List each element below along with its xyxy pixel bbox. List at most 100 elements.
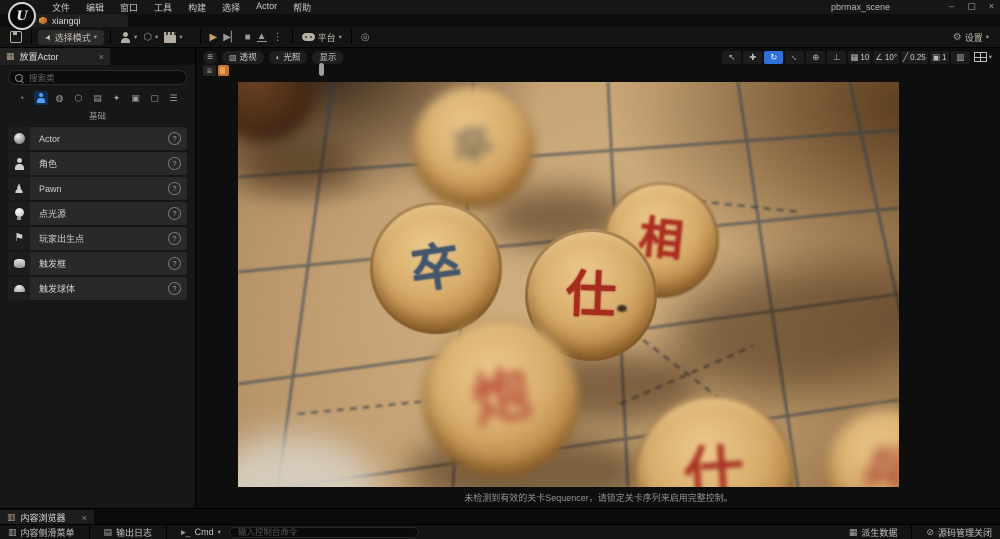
category-all-classes[interactable]: ☰ [167, 91, 181, 105]
class-search-box[interactable] [8, 70, 187, 85]
layout-grid-icon [973, 52, 987, 62]
placeable-items-list: Actor ? 角色 ? ♟ Pawn ? 点光源 ? ⚑ 玩家出生点 ? 触发… [0, 127, 195, 300]
output-log-button[interactable]: ▤ 输出日志 [96, 526, 161, 539]
select-tool-icon[interactable]: ↖ [722, 50, 742, 64]
category-shapes[interactable]: ⬡ [72, 91, 86, 105]
category-visual-effects[interactable]: ✦ [110, 91, 124, 105]
list-item-point-light[interactable]: 点光源 ? [8, 202, 187, 225]
maximize-viewport-icon[interactable]: ▥ [950, 50, 970, 64]
viewport-layout-dropdown[interactable]: ▾ [972, 51, 994, 64]
add-actor-dropdown[interactable]: ▾ [117, 31, 140, 43]
search-icon [15, 73, 23, 82]
scene-render-xiangqi-board[interactable]: 卒 相 卒 仕 炮 仕 兵 [238, 82, 899, 487]
asset-tab-label: xiangqi [52, 15, 81, 26]
world-space-icon[interactable]: ⊕ [806, 50, 826, 64]
tab-content-browser[interactable]: ▥ 内容浏览器 × [0, 510, 94, 525]
cmd-dropdown[interactable]: ▸_ Cmd ▾ [173, 527, 229, 538]
perspective-dropdown[interactable]: ▧ 透视 [222, 50, 264, 64]
recompile-button[interactable]: ◎ [358, 32, 373, 43]
close-button[interactable]: × [989, 1, 994, 12]
move-tool-icon[interactable]: ✚ [743, 50, 763, 64]
select-mode-dropdown[interactable]: ➤ 选择模式 ▾ [38, 29, 104, 45]
menu-select[interactable]: 选择 [214, 1, 248, 14]
scale-snap-toggle[interactable]: ╱ 0.25 [901, 50, 928, 64]
derived-data-button[interactable]: ▦ 派生数据 [841, 526, 906, 539]
lit-mode-dropdown[interactable]: ◐ 光照 [268, 50, 308, 64]
menu-tools[interactable]: 工具 [146, 1, 180, 14]
camera-preview-icon[interactable] [218, 65, 229, 76]
chess-piece-top-blurred: 卒 [411, 85, 535, 209]
tab-place-actors[interactable]: ▦ 放置Actor × [0, 48, 110, 65]
grid-snap-toggle[interactable]: ▦ 10 [848, 50, 872, 64]
gamepad-icon [301, 33, 315, 41]
console-command-input[interactable] [235, 526, 412, 538]
menu-window[interactable]: 窗口 [112, 1, 146, 14]
menu-edit[interactable]: 编辑 [78, 1, 112, 14]
menu-build[interactable]: 构建 [180, 1, 214, 14]
tab-xiangqi[interactable]: xiangqi [30, 14, 128, 27]
category-volumes[interactable]: ▢ [148, 91, 162, 105]
asset-tabrow: xiangqi [0, 14, 1000, 27]
help-icon[interactable]: ? [168, 182, 181, 195]
help-icon[interactable]: ? [168, 232, 181, 245]
content-browser-tabbar: ▥ 内容浏览器 × [0, 508, 1000, 525]
level-asset-icon [39, 16, 47, 25]
menu-file[interactable]: 文件 [44, 1, 78, 14]
scale-tool-icon[interactable]: ↔ [785, 50, 805, 64]
help-icon[interactable]: ? [168, 132, 181, 145]
help-icon[interactable]: ? [168, 157, 181, 170]
list-item-sphere-trigger[interactable]: 触发球体 ? [8, 277, 187, 300]
exposure-slider-handle[interactable] [319, 63, 324, 76]
list-item-pawn[interactable]: ♟ Pawn ? [8, 177, 187, 200]
list-item-actor[interactable]: Actor ? [8, 127, 187, 150]
category-recent[interactable]: ◔ [15, 91, 29, 105]
log-icon: ▤ [103, 526, 113, 537]
camera-speed-button[interactable]: ▣ 1 [929, 50, 949, 64]
add-actor-icon [120, 31, 131, 43]
console-command-box[interactable] [228, 526, 419, 538]
category-lights[interactable]: ◍ [53, 91, 67, 105]
platforms-dropdown[interactable]: 平台 ▾ [299, 31, 345, 44]
blueprints-dropdown[interactable]: ⬡ ▾ [140, 32, 161, 43]
help-icon[interactable]: ? [168, 282, 181, 295]
minimize-button[interactable]: – [949, 1, 954, 12]
clapperboard-icon [164, 31, 177, 43]
category-cinematic[interactable]: ▤ [91, 91, 105, 105]
play-button[interactable]: ▶ [207, 32, 221, 43]
category-basic[interactable] [33, 91, 48, 105]
search-input[interactable] [27, 71, 180, 84]
transform-tools: ↖ ✚ ↻ ↔ ⊕ ⊥ ▦ 10 ∠ 10° ╱ 0.25 ▣ 1 ▥ ▾ [722, 50, 994, 64]
skip-icon: ▶▏ [223, 31, 239, 43]
list-item-character[interactable]: 角色 ? [8, 152, 187, 175]
viewport-options-icon[interactable]: ≡ [203, 50, 217, 64]
save-button[interactable] [7, 31, 25, 43]
cinematic-menu-icon[interactable]: ≣ [203, 65, 216, 76]
show-flags-dropdown[interactable]: 显示 [312, 50, 344, 64]
help-icon[interactable]: ? [168, 207, 181, 220]
list-item-player-start[interactable]: ⚑ 玩家出生点 ? [8, 227, 187, 250]
play-options-button[interactable]: ⋮ [270, 32, 286, 43]
level-viewport[interactable]: ≡ ▧ 透视 ◐ 光照 显示 ↖ ✚ ↻ ↔ ⊕ ⊥ ▦ 10 ∠ 10° ╱ 0.25 … [197, 48, 1000, 508]
content-drawer-button[interactable]: ▥ 内容侧滑菜单 [0, 526, 83, 539]
settings-dropdown[interactable]: ⚙ 设置 ▾ [950, 31, 992, 44]
surface-snap-icon[interactable]: ⊥ [827, 50, 847, 64]
unreal-logo-icon[interactable]: U [8, 2, 36, 30]
menu-actor[interactable]: Actor [248, 1, 285, 14]
play-icon: ▶ [209, 31, 218, 43]
rotation-snap-toggle[interactable]: ∠ 10° [873, 50, 900, 64]
maximize-button[interactable]: ▢ [967, 1, 976, 12]
menu-help[interactable]: 帮助 [285, 1, 319, 14]
category-geometry[interactable]: ▣ [129, 91, 143, 105]
list-item-box-trigger[interactable]: 触发框 ? [8, 252, 187, 275]
rotate-tool-icon[interactable]: ↻ [764, 50, 784, 64]
person-icon [36, 93, 46, 103]
stop-button[interactable]: ■ [242, 32, 254, 43]
stop-icon: ■ [244, 31, 251, 43]
close-icon[interactable]: × [82, 513, 87, 523]
close-icon[interactable]: × [99, 52, 104, 62]
help-icon[interactable]: ? [168, 257, 181, 270]
source-control-button[interactable]: ⊘ 源码管理关闭 [918, 526, 1000, 539]
eject-button[interactable]: ▲ [254, 31, 270, 42]
cinematics-dropdown[interactable]: ▾ [161, 31, 185, 43]
frame-skip-button[interactable]: ▶▏ [220, 32, 241, 43]
